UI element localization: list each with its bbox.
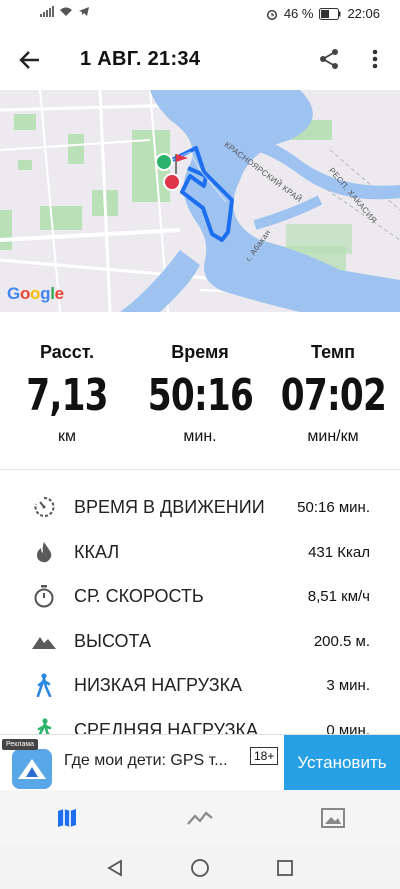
stat-row-moving-time: ВРЕМЯ В ДВИЖЕНИИ 50:16 мин. (0, 486, 400, 531)
signal-icon (40, 6, 54, 17)
nav-recents-button[interactable] (272, 856, 298, 880)
install-button[interactable]: Установить (284, 735, 400, 791)
ad-text[interactable]: Где мои дети: GPS т... (64, 752, 228, 770)
ad-badge: Реклама (2, 739, 39, 750)
stat-label: ВЫСОТА (74, 630, 151, 651)
telegram-icon (79, 7, 89, 16)
walking-icon (32, 673, 56, 698)
metric-value: 07:02 (280, 370, 387, 421)
stat-label: НИЗКАЯ НАГРУЗКА (74, 675, 243, 696)
more-vert-icon (372, 49, 378, 69)
battery-icon (319, 7, 341, 20)
status-right: 46 % 22:06 (266, 6, 380, 21)
stat-value: 200.5 м. (313, 632, 370, 650)
route-map[interactable]: КРАСНОЯРСКИЙ КРАЙ РЕСП. ХАКАСИЯ г. Абака… (0, 90, 400, 312)
map-icon (57, 809, 76, 827)
google-logo: Google (7, 284, 64, 303)
nav-home-icon (191, 859, 209, 877)
back-button[interactable] (12, 42, 48, 78)
stat-row-altitude: ВЫСОТА 200.5 м. (0, 620, 400, 665)
stat-row-kcal: ККАЛ 431 Ккал (0, 531, 400, 576)
mountain-icon (32, 629, 56, 653)
stat-value: 431 Ккал (308, 543, 370, 561)
stat-value: 50:16 мин. (297, 499, 370, 516)
metric-label: Расст. (39, 342, 95, 362)
app-bar: 1 АВГ. 21:34 (0, 28, 400, 90)
status-time: 22:06 (347, 6, 380, 21)
status-bar: 46 % 22:06 (0, 0, 400, 28)
stat-row-speed: СР. СКОРОСТЬ 8,51 км/ч (0, 575, 400, 620)
stat-value: 8,51 км/ч (307, 588, 370, 606)
nav-back-button[interactable] (102, 856, 128, 880)
stat-row-low-load: НИЗКАЯ НАГРУЗКА 3 мин. (0, 664, 400, 709)
nav-recents-icon (277, 860, 293, 876)
stat-label: ВРЕМЯ В ДВИЖЕНИИ (74, 497, 265, 517)
map-graphic (0, 90, 400, 312)
metric-label: Темп (310, 342, 356, 362)
tab-charts[interactable] (133, 790, 266, 846)
share-button[interactable] (312, 42, 346, 76)
ad-banner[interactable]: Реклама Где мои дети: GPS т... 18+ Устан… (0, 734, 400, 791)
metric-unit: мин. (183, 428, 217, 445)
stat-label: ККАЛ (74, 541, 120, 562)
metric-value: 7,13 (26, 370, 108, 421)
tab-map[interactable] (0, 790, 133, 846)
alarm-icon (266, 9, 277, 20)
system-navigation (0, 846, 400, 889)
battery-percent: 46 % (283, 6, 314, 21)
chart-icon (186, 811, 213, 825)
nav-back-icon (107, 859, 122, 877)
nav-home-button[interactable] (187, 856, 213, 880)
stopwatch-icon (32, 584, 56, 608)
summary-metrics: Расст. 7,13 км Время 50:16 мин. Темп 07:… (0, 312, 400, 470)
stat-value: 3 мин. (326, 677, 370, 695)
tab-photos[interactable] (266, 790, 399, 846)
stat-label: СР. СКОРОСТЬ (74, 586, 204, 607)
metric-unit: мин/км (307, 428, 359, 445)
back-arrow-icon (19, 51, 39, 69)
photo-icon (320, 808, 345, 828)
stats-list: ВРЕМЯ В ДВИЖЕНИИ 50:16 мин. ККАЛ 431 Кка… (0, 486, 400, 754)
ad-age-rating: 18+ (250, 747, 279, 765)
metric-value: 50:16 (147, 370, 254, 421)
wifi-icon (60, 7, 72, 16)
fire-icon (32, 540, 56, 564)
ad-app-icon[interactable] (12, 749, 52, 789)
metric-label: Время (171, 342, 229, 362)
metric-unit: км (58, 428, 76, 445)
moving-time-icon (32, 495, 56, 519)
share-icon (320, 49, 338, 69)
page-title: 1 АВГ. 21:34 (80, 48, 201, 70)
bottom-tabs (0, 790, 400, 846)
more-options-button[interactable] (360, 42, 390, 76)
status-left (40, 6, 90, 17)
